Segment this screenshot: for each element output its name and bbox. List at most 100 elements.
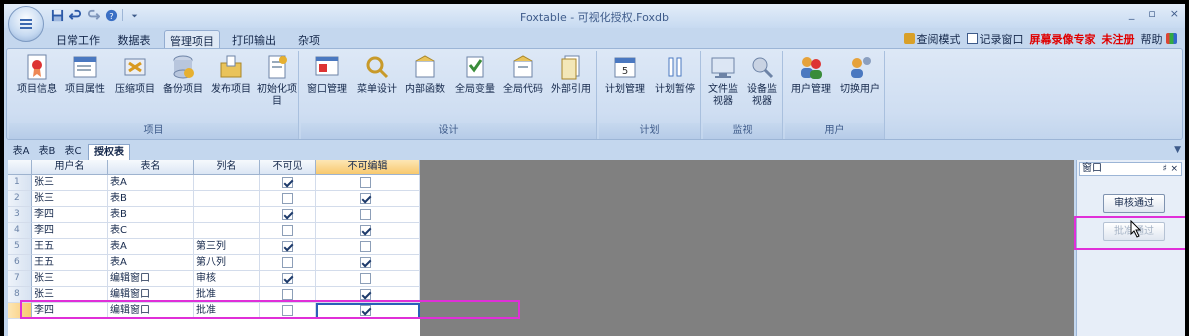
- cell-user[interactable]: 李四: [32, 223, 108, 239]
- cell-readonly[interactable]: [316, 239, 420, 255]
- checkbox-invisible[interactable]: [282, 177, 293, 188]
- checkbox-readonly[interactable]: [360, 257, 371, 268]
- table-row[interactable]: 3 李四 表B: [8, 207, 420, 223]
- minimize-button[interactable]: _: [1129, 7, 1135, 20]
- cell-column[interactable]: [194, 191, 260, 207]
- checkbox-readonly[interactable]: [360, 273, 371, 284]
- checkbox-readonly[interactable]: [360, 209, 371, 220]
- cell-user[interactable]: 王五: [32, 255, 108, 271]
- internal-function-button[interactable]: 内部函数: [401, 53, 449, 96]
- checkbox-invisible[interactable]: [282, 193, 293, 204]
- cell-readonly[interactable]: [316, 271, 420, 287]
- restore-button[interactable]: ▫: [1148, 7, 1155, 20]
- column-header[interactable]: 不可编辑: [316, 160, 420, 175]
- file-monitor-button[interactable]: 文件监视器: [705, 53, 741, 108]
- checkbox-readonly[interactable]: [360, 289, 371, 300]
- switch-user-button[interactable]: 切换用户: [837, 53, 883, 96]
- column-header[interactable]: 表名: [108, 160, 194, 175]
- cell-invisible[interactable]: [260, 223, 316, 239]
- sheet-tab-auth-table[interactable]: 授权表: [88, 144, 130, 160]
- external-reference-button[interactable]: 外部引用: [547, 53, 595, 96]
- sheet-tab-table-b[interactable]: 表B: [36, 144, 58, 160]
- row-number[interactable]: 1: [8, 175, 32, 191]
- pin-icon[interactable]: ♯: [1163, 163, 1167, 175]
- plan-manager-button[interactable]: 5 计划管理: [601, 53, 649, 96]
- checkbox-readonly[interactable]: [360, 225, 371, 236]
- table-row[interactable]: 6 王五 表A 第八列: [8, 255, 420, 271]
- global-variable-button[interactable]: 全局变量: [451, 53, 499, 96]
- cell-invisible[interactable]: [260, 239, 316, 255]
- row-number[interactable]: 7: [8, 271, 32, 287]
- sheet-tab-table-a[interactable]: 表A: [10, 144, 32, 160]
- approve-review-button[interactable]: 审核通过: [1103, 194, 1165, 213]
- sheet-tab-table-c[interactable]: 表C: [62, 144, 84, 160]
- cell-invisible[interactable]: [260, 271, 316, 287]
- table-row[interactable]: 1 张三 表A: [8, 175, 420, 191]
- table-row[interactable]: 5 王五 表A 第三列: [8, 239, 420, 255]
- cell-column[interactable]: 第八列: [194, 255, 260, 271]
- tab-daily-work[interactable]: 日常工作: [52, 30, 104, 48]
- close-icon[interactable]: ×: [1170, 163, 1178, 175]
- cell-readonly[interactable]: [316, 207, 420, 223]
- office-button[interactable]: [8, 6, 44, 42]
- checkbox-readonly[interactable]: [360, 241, 371, 252]
- compress-project-button[interactable]: 压缩项目: [111, 53, 159, 96]
- user-manager-button[interactable]: 用户管理: [787, 53, 835, 96]
- cell-column[interactable]: [194, 175, 260, 191]
- checkbox-invisible[interactable]: [282, 257, 293, 268]
- cell-user[interactable]: 张三: [32, 191, 108, 207]
- column-header[interactable]: 用户名: [32, 160, 108, 175]
- tab-data-table[interactable]: 数据表: [112, 30, 156, 48]
- plan-pause-button[interactable]: 计划暂停: [651, 53, 699, 96]
- cell-table[interactable]: 表B: [108, 191, 194, 207]
- cell-readonly[interactable]: [316, 175, 420, 191]
- row-number[interactable]: 5: [8, 239, 32, 255]
- cell-table[interactable]: 表C: [108, 223, 194, 239]
- cell-readonly[interactable]: [316, 255, 420, 271]
- checkbox-readonly[interactable]: [360, 193, 371, 204]
- sheet-tabs-dropdown-icon[interactable]: ▼: [1174, 145, 1181, 155]
- table-row[interactable]: 2 张三 表B: [8, 191, 420, 207]
- cell-table[interactable]: 表A: [108, 175, 194, 191]
- checkbox-readonly[interactable]: [360, 177, 371, 188]
- column-header[interactable]: 列名: [194, 160, 260, 175]
- checkbox-invisible[interactable]: [282, 209, 293, 220]
- backup-project-button[interactable]: 备份项目: [159, 53, 207, 96]
- window-manager-button[interactable]: 窗口管理: [303, 53, 351, 96]
- checkbox-invisible[interactable]: [282, 289, 293, 300]
- cell-table[interactable]: 编辑窗口: [108, 271, 194, 287]
- cell-invisible[interactable]: [260, 255, 316, 271]
- row-number[interactable]: 2: [8, 191, 32, 207]
- row-number[interactable]: 6: [8, 255, 32, 271]
- grid-corner[interactable]: [8, 160, 32, 175]
- record-window-button[interactable]: 记录窗口: [966, 31, 1024, 47]
- cell-column[interactable]: 审核: [194, 271, 260, 287]
- table-row[interactable]: 7 张三 编辑窗口 审核: [8, 271, 420, 287]
- row-number[interactable]: 3: [8, 207, 32, 223]
- publish-project-button[interactable]: 发布项目: [207, 53, 255, 96]
- row-number[interactable]: 4: [8, 223, 32, 239]
- table-row[interactable]: 4 李四 表C: [8, 223, 420, 239]
- checkbox-invisible[interactable]: [282, 241, 293, 252]
- cell-column[interactable]: 第三列: [194, 239, 260, 255]
- cell-user[interactable]: 张三: [32, 175, 108, 191]
- device-monitor-button[interactable]: 设备监视器: [743, 53, 781, 108]
- cell-user[interactable]: 李四: [32, 207, 108, 223]
- tab-print-output[interactable]: 打印输出: [228, 30, 280, 48]
- cell-user[interactable]: 张三: [32, 271, 108, 287]
- cell-readonly[interactable]: [316, 191, 420, 207]
- cell-user[interactable]: 王五: [32, 239, 108, 255]
- project-info-button[interactable]: 项目信息: [13, 53, 61, 96]
- cell-invisible[interactable]: [260, 175, 316, 191]
- cell-table[interactable]: 表B: [108, 207, 194, 223]
- tab-misc[interactable]: 杂项: [294, 30, 324, 48]
- cell-column[interactable]: [194, 223, 260, 239]
- close-button[interactable]: ×: [1170, 7, 1179, 20]
- global-code-button[interactable]: 全局代码: [499, 53, 547, 96]
- menu-design-button[interactable]: 菜单设计: [353, 53, 401, 96]
- cell-invisible[interactable]: [260, 191, 316, 207]
- initialize-project-button[interactable]: 初始化项目: [257, 53, 297, 108]
- cell-invisible[interactable]: [260, 207, 316, 223]
- cell-column[interactable]: [194, 207, 260, 223]
- tab-manage-project[interactable]: 管理项目: [164, 30, 220, 48]
